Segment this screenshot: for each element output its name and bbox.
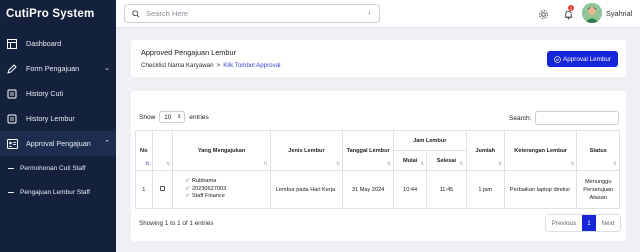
breadcrumb-item[interactable]: Checklist Nama Karyawan <box>141 62 214 69</box>
col-select[interactable]: ⇅ <box>151 130 174 171</box>
gear-icon[interactable] <box>538 7 549 25</box>
username[interactable]: Syahrial <box>606 9 632 18</box>
col-jam-lembur: Jam Lembur <box>393 130 467 151</box>
cell-jenis: Lembur pada Hari Kerja <box>269 170 344 209</box>
sidebar-item-label: Dashboard <box>26 39 62 48</box>
cell-keterangan: Perbaikan laptop direksi <box>503 170 578 209</box>
check-icon: ✓ <box>185 193 190 200</box>
history-icon <box>6 113 18 125</box>
sort-icon: ⇅ <box>336 161 341 167</box>
dash-icon <box>8 167 14 169</box>
chevron-up-icon: ⌃ <box>104 140 110 147</box>
table-info: Showing 1 to 1 of 1 entries <box>139 220 214 227</box>
sidebar-item-label: Approval Pengajuan <box>26 139 91 148</box>
col-status[interactable]: Status ⇅ <box>576 130 620 171</box>
dash-icon <box>8 191 14 193</box>
check-icon: ✓ <box>185 178 190 185</box>
chevron-updown-icon: ⇕ <box>177 114 182 120</box>
pagination-page[interactable]: 1 <box>582 215 596 231</box>
breadcrumb-separator: > <box>216 62 221 69</box>
sidebar-item-label: History Lembur <box>26 114 75 123</box>
col-jumlah[interactable]: Jumlah ⇅ <box>465 130 505 171</box>
sidebar-item-history-cuti[interactable]: History Cuti <box>0 81 116 106</box>
row-checkbox[interactable] <box>159 186 165 191</box>
check-icon: ✓ <box>185 185 190 192</box>
search-input[interactable] <box>146 9 346 18</box>
pagination-next[interactable]: Next <box>596 215 620 231</box>
cell-pengaju: ✓ Rubbama ✓ 20230627003 ✓ Staff Finance <box>172 170 271 209</box>
cell-jumlah: 1 jam <box>465 170 505 209</box>
chevron-down-icon: ⌄ <box>104 65 110 72</box>
breadcrumb: Checklist Nama Karyawan > Klik Tombol Appr… <box>141 62 281 69</box>
table-search: Search: <box>509 111 620 125</box>
cell-select <box>151 170 174 209</box>
breadcrumb-item-active[interactable]: Klik Tombol Approval <box>223 62 280 69</box>
search-icon <box>132 5 140 23</box>
cell-selesai: 11:45 <box>426 170 467 209</box>
sort-icon: ⇅ <box>459 161 464 167</box>
show-label: Show <box>139 113 156 121</box>
sidebar-subitem-label: Permohonan Cuti Staff <box>20 164 86 172</box>
sidebar-subitem-label: Pengajuan Lembur Staff <box>20 188 90 196</box>
sort-icon: ⇅ <box>497 161 502 167</box>
notification-badge: 1 <box>568 5 574 11</box>
approval-lembur-label: Approval Lembur <box>563 55 611 63</box>
cell-status: Menunggu Persetujuan Atasan <box>576 170 620 209</box>
entries-value: 10 <box>164 113 172 121</box>
lembur-table: No ⇅ ⇅ Yang Mengajukan ⇅ Jenis Lembur ⇅ Tan… <box>135 130 620 209</box>
arrow-down-icon[interactable]: ↓ <box>368 9 372 16</box>
col-pengaju[interactable]: Yang Mengajukan ⇅ <box>172 130 271 171</box>
sidebar-subitem-pengajuan-lembur[interactable]: Pengajuan Lembur Staff <box>0 180 116 204</box>
sidebar: CutiPro System Dashboard Form Pengajuan … <box>0 0 116 252</box>
check-circle-icon <box>554 55 561 63</box>
col-mulai[interactable]: Mulai ⇅ <box>393 150 428 171</box>
entries-select[interactable]: 10 ⇕ <box>159 111 186 123</box>
sort-icon: ⇅ <box>145 161 150 167</box>
col-no[interactable]: No ⇅ <box>135 130 153 171</box>
history-icon <box>6 88 18 100</box>
grid-icon <box>6 38 18 50</box>
cell-no: 1 <box>135 170 153 209</box>
cell-mulai: 10:44 <box>393 170 428 209</box>
cell-tanggal: 31 May 2024 <box>342 170 395 209</box>
app-title: CutiPro System <box>6 8 95 20</box>
topbar: ↓ 1 Syahrial <box>116 0 640 28</box>
sidebar-nav: Dashboard Form Pengajuan ⌄ History Cuti … <box>0 31 116 204</box>
pagination: Previous 1 Next <box>545 214 621 232</box>
sort-icon: ⇅ <box>166 161 171 167</box>
entries-label: entries <box>189 113 209 121</box>
sort-icon: ⇅ <box>570 161 575 167</box>
entries-control: Show 10 ⇕ entries <box>139 111 209 123</box>
col-tanggal[interactable]: Tanggal Lembur ⇅ <box>342 130 395 171</box>
approval-lembur-button[interactable]: Approval Lembur <box>547 51 618 67</box>
bell-icon[interactable]: 1 <box>563 5 574 25</box>
col-jenis[interactable]: Jenis Lembur ⇅ <box>269 130 344 171</box>
sort-icon: ⇅ <box>386 161 392 167</box>
pencil-icon <box>6 63 18 75</box>
page-title: Approved Pengajuan Lembur <box>141 48 236 57</box>
col-keterangan[interactable]: Keterangan Lembur ⇅ <box>503 130 578 171</box>
avatar[interactable] <box>582 3 602 23</box>
sidebar-item-history-lembur[interactable]: History Lembur <box>0 106 116 131</box>
sort-icon: ⇅ <box>263 161 268 167</box>
table-row: 1 ✓ Rubbama ✓ 20230627003 ✓ Staff Finance L… <box>135 170 620 209</box>
pagination-previous[interactable]: Previous <box>546 215 582 231</box>
approval-icon <box>6 138 18 150</box>
sort-icon: ⇅ <box>419 161 425 167</box>
search-label: Search: <box>509 114 532 122</box>
table-card: Show 10 ⇕ entries Search: No ⇅ ⇅ Yang Men… <box>131 91 626 241</box>
page-header-card: Approved Pengajuan Lembur Checklist Nama… <box>131 40 626 77</box>
sidebar-item-approval-pengajuan[interactable]: Approval Pengajuan ⌃ <box>0 131 116 156</box>
sort-icon: ⇅ <box>612 161 617 167</box>
sidebar-item-form-pengajuan[interactable]: Form Pengajuan ⌄ <box>0 56 116 81</box>
col-selesai[interactable]: Selesai ⇅ <box>426 150 467 171</box>
search-bar[interactable]: ↓ <box>124 4 380 23</box>
sidebar-item-dashboard[interactable]: Dashboard <box>0 31 116 56</box>
sidebar-subitem-permohonan-cuti[interactable]: Permohonan Cuti Staff <box>0 156 116 180</box>
sidebar-item-label: Form Pengajuan <box>26 64 80 73</box>
table-search-input[interactable] <box>535 111 620 125</box>
sidebar-item-label: History Cuti <box>26 89 64 98</box>
